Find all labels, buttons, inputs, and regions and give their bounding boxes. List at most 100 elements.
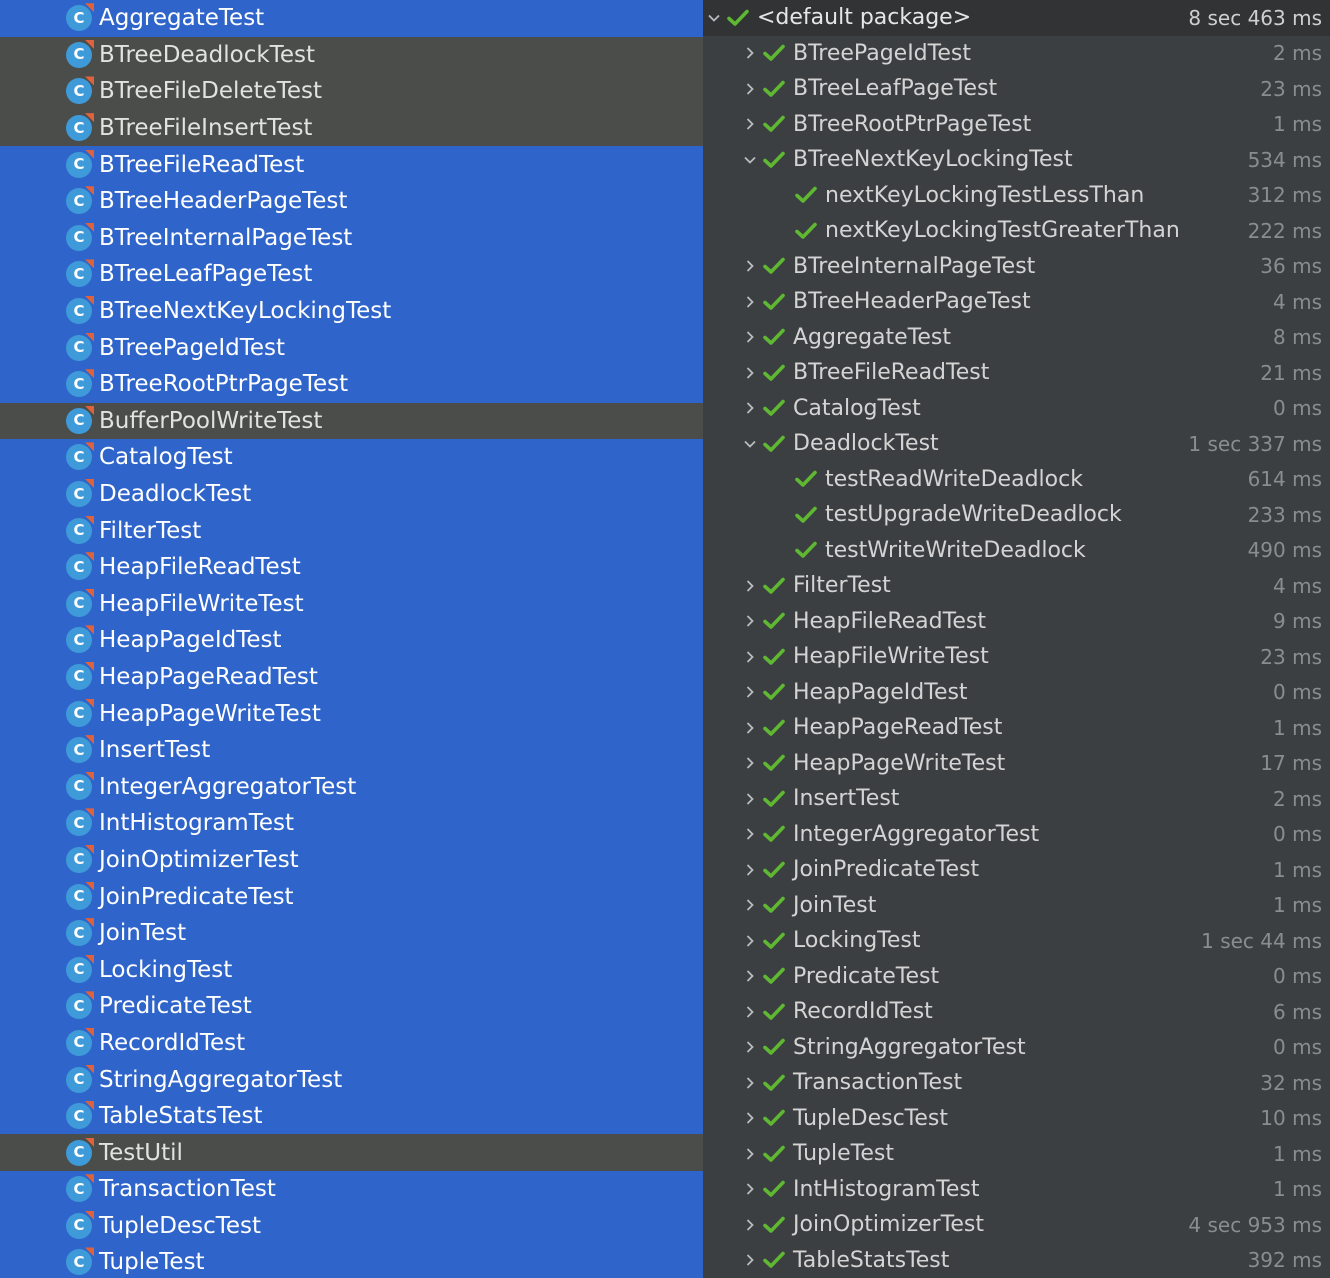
chevron-down-icon[interactable] xyxy=(703,7,725,29)
tree-item[interactable]: C BTreeFileDeleteTest xyxy=(0,73,703,110)
test-class-row[interactable]: HeapFileReadTest 9 ms xyxy=(703,604,1330,640)
tree-item[interactable]: C InsertTest xyxy=(0,731,703,769)
tree-item[interactable]: C JoinPredicateTest xyxy=(0,878,703,915)
test-class-row[interactable]: TupleTest 1 ms xyxy=(703,1136,1330,1172)
tree-item[interactable]: C TupleDescTest xyxy=(0,1207,703,1245)
tree-item[interactable]: C HeapPageReadTest xyxy=(0,658,703,696)
test-class-row[interactable]: BTreeInternalPageTest 36 ms xyxy=(703,249,1330,285)
test-class-row[interactable]: JoinPredicateTest 1 ms xyxy=(703,852,1330,888)
tree-item[interactable]: C BTreeRootPtrPageTest xyxy=(0,365,703,403)
test-class-row[interactable]: TupleDescTest 10 ms xyxy=(703,1101,1330,1137)
chevron-right-icon[interactable] xyxy=(739,1249,761,1271)
test-class-row[interactable]: IntegerAggregatorTest 0 ms xyxy=(703,817,1330,853)
test-class-row[interactable]: CatalogTest 0 ms xyxy=(703,391,1330,427)
test-class-row[interactable]: TransactionTest 32 ms xyxy=(703,1065,1330,1101)
chevron-right-icon[interactable] xyxy=(739,894,761,916)
tree-item[interactable]: C TupleTest xyxy=(0,1244,703,1278)
chevron-right-icon[interactable] xyxy=(739,681,761,703)
chevron-right-icon[interactable] xyxy=(739,1072,761,1094)
tree-item[interactable]: C TransactionTest xyxy=(0,1171,703,1208)
test-class-row[interactable]: HeapPageWriteTest 17 ms xyxy=(703,746,1330,782)
test-tree-root[interactable]: <default package> 8 sec 463 ms xyxy=(703,0,1330,36)
test-method-row[interactable]: nextKeyLockingTestLessThan 312 ms xyxy=(703,178,1330,214)
tree-item[interactable]: C IntegerAggregatorTest xyxy=(0,768,703,806)
tree-item[interactable]: C TableStatsTest xyxy=(0,1097,703,1135)
test-class-row[interactable]: HeapPageIdTest 0 ms xyxy=(703,675,1330,711)
test-class-row[interactable]: BTreePageIdTest 2 ms xyxy=(703,36,1330,72)
test-class-row[interactable]: LockingTest 1 sec 44 ms xyxy=(703,923,1330,959)
test-class-row[interactable]: BTreeFileReadTest 21 ms xyxy=(703,355,1330,391)
tree-item[interactable]: C AggregateTest xyxy=(0,0,703,37)
chevron-right-icon[interactable] xyxy=(739,717,761,739)
tree-item[interactable]: C HeapFileReadTest xyxy=(0,548,703,586)
tree-item[interactable]: C HeapPageWriteTest xyxy=(0,695,703,732)
test-class-row[interactable]: FilterTest 4 ms xyxy=(703,568,1330,604)
tree-item[interactable]: C BTreeDeadlockTest xyxy=(0,36,703,74)
chevron-down-icon[interactable] xyxy=(739,433,761,455)
tree-item[interactable]: C BTreePageIdTest xyxy=(0,329,703,366)
chevron-right-icon[interactable] xyxy=(739,1107,761,1129)
tree-item[interactable]: C PredicateTest xyxy=(0,988,703,1025)
chevron-right-icon[interactable] xyxy=(739,930,761,952)
tree-item[interactable]: C BTreeInternalPageTest xyxy=(0,219,703,257)
tree-item[interactable]: C BTreeLeafPageTest xyxy=(0,256,703,293)
chevron-right-icon[interactable] xyxy=(739,965,761,987)
test-class-row[interactable]: BTreeNextKeyLockingTest 534 ms xyxy=(703,142,1330,178)
tree-item[interactable]: C HeapFileWriteTest xyxy=(0,585,703,623)
test-class-row[interactable]: HeapPageReadTest 1 ms xyxy=(703,710,1330,746)
chevron-right-icon[interactable] xyxy=(739,42,761,64)
test-class-row[interactable]: StringAggregatorTest 0 ms xyxy=(703,1030,1330,1066)
tree-item[interactable]: C JoinTest xyxy=(0,914,703,952)
tree-item[interactable]: C RecordIdTest xyxy=(0,1024,703,1062)
tree-item[interactable]: C BTreeHeaderPageTest xyxy=(0,182,703,220)
test-class-row[interactable]: TableStatsTest 392 ms xyxy=(703,1243,1330,1278)
chevron-right-icon[interactable] xyxy=(739,610,761,632)
tree-item[interactable]: C TestUtil xyxy=(0,1134,703,1171)
tree-item[interactable]: C FilterTest xyxy=(0,512,703,549)
chevron-right-icon[interactable] xyxy=(739,752,761,774)
tree-item[interactable]: C DeadlockTest xyxy=(0,475,703,513)
chevron-right-icon[interactable] xyxy=(739,575,761,597)
chevron-right-icon[interactable] xyxy=(739,646,761,668)
chevron-right-icon[interactable] xyxy=(739,78,761,100)
chevron-right-icon[interactable] xyxy=(739,326,761,348)
tree-item[interactable]: C CatalogTest xyxy=(0,439,703,476)
test-method-row[interactable]: testReadWriteDeadlock 614 ms xyxy=(703,462,1330,498)
test-class-row[interactable]: RecordIdTest 6 ms xyxy=(703,994,1330,1030)
tree-item[interactable]: C HeapPageIdTest xyxy=(0,622,703,659)
chevron-right-icon[interactable] xyxy=(739,291,761,313)
test-class-row[interactable]: InsertTest 2 ms xyxy=(703,781,1330,817)
tree-item[interactable]: C JoinOptimizerTest xyxy=(0,841,703,879)
test-class-row[interactable]: DeadlockTest 1 sec 337 ms xyxy=(703,426,1330,462)
tree-item[interactable]: C BufferPoolWriteTest xyxy=(0,402,703,440)
chevron-right-icon[interactable] xyxy=(739,113,761,135)
test-class-row[interactable]: BTreeRootPtrPageTest 1 ms xyxy=(703,107,1330,143)
tree-item[interactable]: C StringAggregatorTest xyxy=(0,1061,703,1098)
tree-item[interactable]: C BTreeFileReadTest xyxy=(0,146,703,183)
test-class-row[interactable]: AggregateTest 8 ms xyxy=(703,320,1330,356)
chevron-right-icon[interactable] xyxy=(739,1214,761,1236)
chevron-right-icon[interactable] xyxy=(739,255,761,277)
chevron-right-icon[interactable] xyxy=(739,1143,761,1165)
chevron-right-icon[interactable] xyxy=(739,1036,761,1058)
test-class-row[interactable]: BTreeLeafPageTest 23 ms xyxy=(703,71,1330,107)
test-method-row[interactable]: testUpgradeWriteDeadlock 233 ms xyxy=(703,497,1330,533)
chevron-right-icon[interactable] xyxy=(739,859,761,881)
test-class-row[interactable]: BTreeHeaderPageTest 4 ms xyxy=(703,284,1330,320)
test-class-row[interactable]: IntHistogramTest 1 ms xyxy=(703,1172,1330,1208)
chevron-right-icon[interactable] xyxy=(739,823,761,845)
chevron-right-icon[interactable] xyxy=(739,1001,761,1023)
chevron-right-icon[interactable] xyxy=(739,788,761,810)
chevron-right-icon[interactable] xyxy=(739,362,761,384)
tree-item[interactable]: C BTreeFileInsertTest xyxy=(0,109,703,147)
test-class-row[interactable]: HeapFileWriteTest 23 ms xyxy=(703,639,1330,675)
test-class-row[interactable]: PredicateTest 0 ms xyxy=(703,959,1330,995)
tree-item[interactable]: C IntHistogramTest xyxy=(0,805,703,842)
test-class-row[interactable]: JoinTest 1 ms xyxy=(703,888,1330,924)
tree-item[interactable]: C LockingTest xyxy=(0,951,703,989)
tree-item[interactable]: C BTreeNextKeyLockingTest xyxy=(0,292,703,330)
chevron-down-icon[interactable] xyxy=(739,149,761,171)
test-method-row[interactable]: testWriteWriteDeadlock 490 ms xyxy=(703,533,1330,569)
test-class-row[interactable]: JoinOptimizerTest 4 sec 953 ms xyxy=(703,1207,1330,1243)
chevron-right-icon[interactable] xyxy=(739,397,761,419)
